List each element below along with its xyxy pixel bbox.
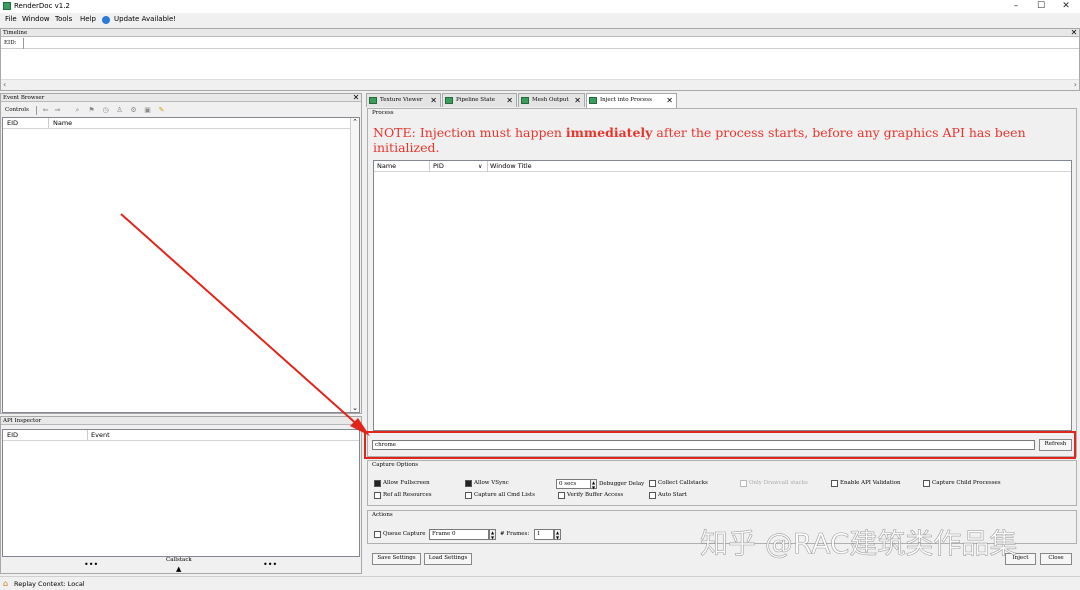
home-icon: ⌂ [3,579,9,588]
replay-context-status[interactable]: Replay Context: Local [14,579,85,589]
status-bar: ⌂ Replay Context: Local [0,576,1080,590]
annotation-arrow-line [120,213,361,428]
annotation-arrow [120,213,370,436]
